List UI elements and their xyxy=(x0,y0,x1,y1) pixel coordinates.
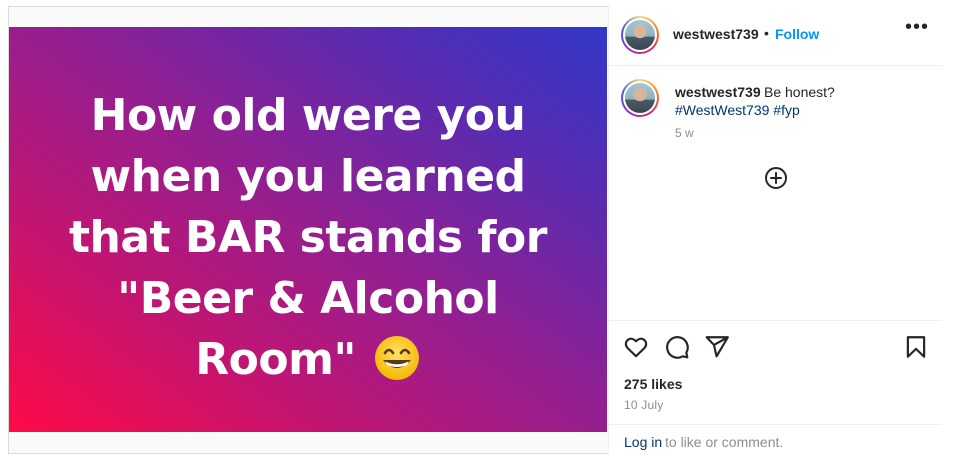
bookmark-icon[interactable] xyxy=(903,334,929,360)
caption-avatar[interactable] xyxy=(621,79,659,117)
action-divider xyxy=(609,320,942,321)
login-prompt-text: to like or comment. xyxy=(665,434,784,450)
post-date: 10 July xyxy=(624,398,664,412)
login-link[interactable]: Log in xyxy=(624,434,662,450)
image-text-line: that BAR stands for xyxy=(68,212,548,263)
image-text-line-last: Room" xyxy=(9,329,607,390)
like-count[interactable]: 275 likes xyxy=(624,376,682,392)
grinning-face-emoji xyxy=(374,336,419,380)
post-header: westwest739 • Follow ••• xyxy=(609,6,942,66)
header-username[interactable]: westwest739 xyxy=(673,26,759,42)
image-text-line: How old were you xyxy=(90,90,526,141)
caption-username[interactable]: westwest739 xyxy=(675,84,761,100)
add-circle-icon[interactable] xyxy=(764,166,788,190)
comment-icon[interactable] xyxy=(664,334,690,360)
image-text-line: when you learned xyxy=(90,151,527,202)
post-age: 5 w xyxy=(675,126,694,140)
avatar-image xyxy=(625,83,655,113)
follow-button[interactable]: Follow xyxy=(775,26,819,42)
heart-icon[interactable] xyxy=(623,334,649,360)
image-text-line: Room" xyxy=(195,334,356,385)
separator-dot: • xyxy=(764,25,769,41)
caption-text: Be honest? xyxy=(764,84,835,100)
share-icon[interactable] xyxy=(704,334,730,360)
avatar-image xyxy=(625,20,655,50)
post-image-text: How old were you when you learned that B… xyxy=(9,85,607,390)
image-text-line: "Beer & Alcohol xyxy=(117,273,499,324)
post-sidebar: westwest739 • Follow ••• westwest739 Be … xyxy=(608,6,942,454)
more-icon[interactable]: ••• xyxy=(905,17,928,42)
post-image[interactable]: How old were you when you learned that B… xyxy=(9,27,607,432)
comment-footer: Log in to like or comment. xyxy=(609,424,942,454)
hashtags-link[interactable]: #WestWest739 #fyp xyxy=(675,102,800,118)
avatar[interactable] xyxy=(621,16,659,54)
